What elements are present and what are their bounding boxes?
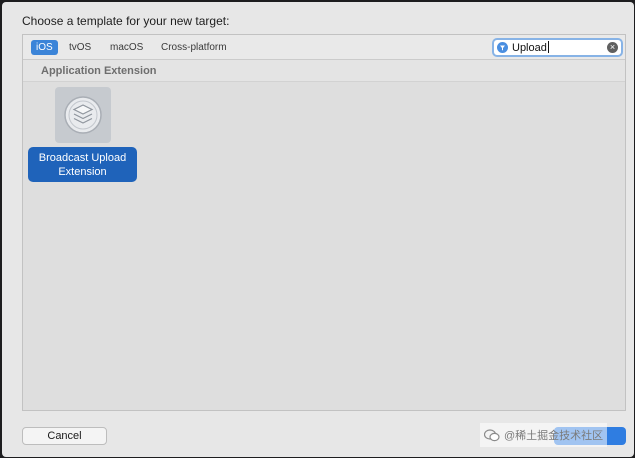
template-search-field[interactable]: Upload × [492, 38, 623, 57]
search-input[interactable]: Upload [512, 42, 547, 54]
section-title: Application Extension [41, 65, 157, 77]
tab-macos[interactable]: macOS [105, 40, 148, 55]
template-label-line2: Extension [58, 166, 107, 178]
section-header: Application Extension [23, 60, 625, 82]
template-label-line1: Broadcast Upload [38, 152, 127, 164]
template-chooser-sheet: Choose a template for your new target: i… [2, 2, 634, 457]
template-broadcast-upload-extension[interactable]: Broadcast Upload Extension [28, 87, 137, 183]
text-caret [547, 41, 549, 53]
watermark-text: @稀土掘金技术社区 [504, 430, 604, 442]
platform-tab-bar: iOS tvOS macOS Cross-platform Upload × [23, 35, 625, 60]
tab-cross-platform[interactable]: Cross-platform [156, 40, 232, 55]
template-label: Broadcast Upload Extension [28, 147, 137, 182]
template-browser: iOS tvOS macOS Cross-platform Upload × A… [22, 34, 626, 411]
dialog-title: Choose a template for your new target: [22, 14, 230, 28]
tab-tvos[interactable]: tvOS [64, 40, 96, 55]
clear-icon[interactable]: × [607, 42, 618, 53]
watermark: @稀土掘金技术社区 [480, 423, 608, 447]
wechat-icon [484, 428, 500, 441]
tab-ios[interactable]: iOS [31, 40, 58, 55]
filter-icon[interactable] [497, 42, 508, 53]
cancel-button[interactable]: Cancel [22, 427, 107, 445]
broadcast-extension-icon [55, 87, 111, 143]
